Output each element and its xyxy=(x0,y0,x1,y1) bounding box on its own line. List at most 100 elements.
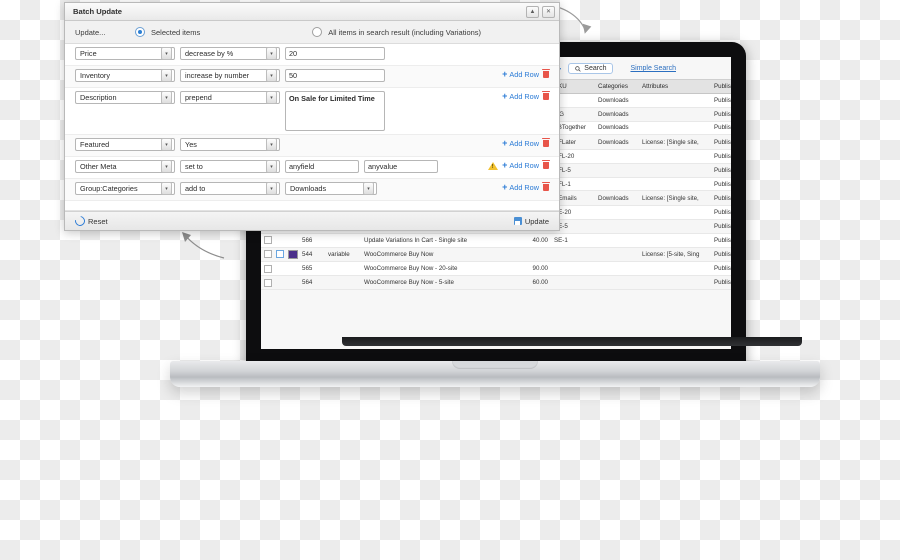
add-row-button[interactable]: + Add Row xyxy=(502,138,539,149)
update-mode-label: Update... xyxy=(75,27,106,37)
row-attributes xyxy=(639,205,711,221)
table-row[interactable]: 564 WooCommerce Buy Now - 5-site 60.00 Publ… xyxy=(261,275,731,290)
plus-icon: + xyxy=(502,69,508,79)
row-thumbnail xyxy=(285,233,299,248)
row-publish: Published xyxy=(711,219,731,234)
row-type xyxy=(325,233,361,248)
table-row[interactable]: 566 Update Variations In Cart - Single si… xyxy=(261,233,731,248)
radio-selected-items-input[interactable] xyxy=(135,27,145,37)
meta-key-input[interactable]: anyfield xyxy=(285,160,359,173)
update-button[interactable]: Update xyxy=(513,217,549,226)
row-id: 564 xyxy=(299,275,325,290)
add-row-button[interactable]: + Add Row xyxy=(502,69,539,80)
delete-row-icon[interactable] xyxy=(542,90,550,100)
value-input[interactable]: 50 xyxy=(285,69,385,82)
rows-spacer xyxy=(65,201,559,211)
table-col-header[interactable]: Attributes xyxy=(639,79,711,94)
row-sku: SE-1 xyxy=(551,233,595,248)
plus-icon: + xyxy=(502,138,508,148)
field-select[interactable]: Inventory ▾ xyxy=(75,69,175,82)
delete-row-icon[interactable] xyxy=(542,181,550,191)
laptop-base xyxy=(170,361,820,387)
chevron-down-icon: ▾ xyxy=(161,91,172,104)
row-type xyxy=(325,275,361,290)
table-col-header[interactable]: Publish xyxy=(711,79,731,94)
chevron-down-icon: ▾ xyxy=(266,138,277,151)
row-attributes xyxy=(639,107,711,122)
row-category xyxy=(595,149,639,164)
row-actions: +Add Row xyxy=(488,159,550,171)
chevron-down-icon: ▾ xyxy=(161,69,172,82)
row-category: Downloads xyxy=(595,93,639,108)
field-select[interactable]: Group:Categories ▾ xyxy=(75,182,175,195)
add-row-button[interactable]: + Add Row xyxy=(502,161,539,171)
dialog-titlebar: Batch Update ▲ ✕ xyxy=(65,3,559,21)
reset-button[interactable]: Reset xyxy=(73,214,108,228)
action-select[interactable]: Yes ▾ xyxy=(180,138,280,151)
batch-field-row: Inventory ▾ increase by number ▾ 50 + Add Row xyxy=(65,66,559,88)
add-row-button[interactable]: + Add Row xyxy=(502,92,539,102)
row-price: 90.00 xyxy=(511,261,551,277)
row-select-checkbox[interactable] xyxy=(261,261,273,277)
row-sku xyxy=(551,261,595,277)
row-type xyxy=(325,261,361,277)
field-select[interactable]: Other Meta ▾ xyxy=(75,160,175,173)
chevron-down-icon: ▾ xyxy=(161,160,172,173)
row-expand-toggle[interactable] xyxy=(273,275,285,290)
row-category: Downloads xyxy=(595,190,639,207)
field-select[interactable]: Description ▾ xyxy=(75,91,175,104)
field-select[interactable]: Featured ▾ xyxy=(75,138,175,151)
row-attributes xyxy=(639,261,711,277)
table-col-header[interactable]: Categories xyxy=(595,79,639,94)
action-select[interactable]: add to ▾ xyxy=(180,182,280,195)
row-category xyxy=(595,205,639,221)
delete-row-icon[interactable] xyxy=(542,68,550,78)
row-expand-toggle[interactable] xyxy=(273,247,285,263)
row-attributes xyxy=(639,149,711,164)
batch-field-row: Other Meta▾ set to▾ anyfield anyvalue +Add R… xyxy=(65,157,559,179)
value-select[interactable]: Downloads ▾ xyxy=(285,182,377,195)
row-publish: Published xyxy=(711,121,731,136)
row-category: Downloads xyxy=(595,134,639,151)
row-expand-toggle[interactable] xyxy=(273,233,285,248)
search-icon xyxy=(575,65,581,72)
radio-all-items[interactable]: All items in search result (including Va… xyxy=(312,27,481,37)
value-textarea[interactable]: On Sale for Limited Time xyxy=(285,91,385,131)
row-type: variable xyxy=(325,247,361,263)
action-select[interactable]: prepend ▾ xyxy=(180,91,280,104)
meta-value-input[interactable]: anyvalue xyxy=(364,160,438,173)
value-input[interactable]: 20 xyxy=(285,47,385,60)
action-select[interactable]: decrease by % ▾ xyxy=(180,47,280,60)
row-category xyxy=(595,275,639,290)
radio-selected-items[interactable]: Selected items xyxy=(135,27,200,37)
row-select-checkbox[interactable] xyxy=(261,275,273,290)
row-thumbnail xyxy=(285,275,299,290)
row-publish: Published xyxy=(711,107,731,122)
add-row-button[interactable]: + Add Row xyxy=(502,183,539,193)
row-category xyxy=(595,247,639,263)
close-icon[interactable]: ✕ xyxy=(542,5,555,18)
row-actions: +Add Row xyxy=(502,68,550,80)
action-select[interactable]: increase by number ▾ xyxy=(180,69,280,82)
search-button[interactable]: Search xyxy=(568,63,614,74)
row-publish: Published xyxy=(711,261,731,277)
row-expand-toggle[interactable] xyxy=(273,261,285,277)
table-row[interactable]: 565 WooCommerce Buy Now - 20-site 90.00 Pub… xyxy=(261,261,731,277)
delete-row-icon[interactable] xyxy=(542,137,550,147)
collapse-icon[interactable]: ▲ xyxy=(526,5,539,18)
row-select-checkbox[interactable] xyxy=(261,247,273,263)
chevron-down-icon: ▾ xyxy=(161,182,172,195)
simple-search-link[interactable]: Simple Search xyxy=(630,65,676,72)
radio-all-items-input[interactable] xyxy=(312,27,323,37)
row-name: WooCommerce Buy Now - 20-site xyxy=(361,261,511,277)
row-name: WooCommerce Buy Now xyxy=(361,247,511,263)
row-select-checkbox[interactable] xyxy=(261,233,273,248)
chevron-down-icon: ▾ xyxy=(161,47,172,60)
table-row[interactable]: 544 variable WooCommerce Buy Now License: [… xyxy=(261,247,731,263)
field-select[interactable]: Price ▾ xyxy=(75,47,175,60)
chevron-down-icon: ▾ xyxy=(161,138,172,151)
action-select[interactable]: set to ▾ xyxy=(180,160,280,173)
radio-all-items-label: All items in search result (including Va… xyxy=(328,27,482,37)
row-thumbnail xyxy=(285,261,299,277)
delete-row-icon[interactable] xyxy=(542,159,550,169)
